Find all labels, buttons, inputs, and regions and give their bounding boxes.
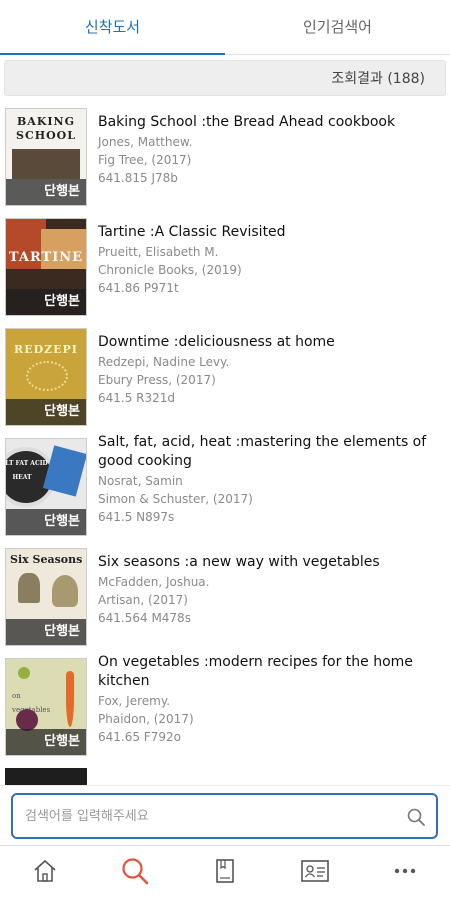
search-icon bbox=[120, 856, 150, 890]
format-badge: 단행본 bbox=[6, 619, 86, 645]
list-item[interactable]: BAKING SCHOOL 단행본 Baking School :the Bre… bbox=[0, 100, 450, 208]
book-title[interactable]: Tartine :A Classic Revisited bbox=[98, 223, 438, 242]
search-box[interactable] bbox=[11, 793, 438, 839]
book-publisher: Fig Tree, (2017) bbox=[98, 153, 192, 167]
book-author: Fox, Jeremy. bbox=[98, 694, 171, 708]
cover-title: REDZEPI bbox=[14, 343, 78, 356]
home-icon bbox=[32, 858, 58, 888]
format-badge: 단행본 bbox=[6, 179, 86, 205]
magnifier-icon[interactable] bbox=[406, 807, 426, 827]
bottom-navigation bbox=[0, 845, 450, 900]
book-publisher: Chronicle Books, (2019) bbox=[98, 263, 242, 277]
format-badge: 단행본 bbox=[6, 729, 86, 755]
book-call-number: 641.86 P971t bbox=[98, 281, 179, 295]
book-title[interactable]: On vegetables :modern recipes for the ho… bbox=[98, 653, 438, 691]
book-call-number: 641.815 J78b bbox=[98, 171, 178, 185]
book-title[interactable]: Downtime :deliciousness at home bbox=[98, 333, 438, 352]
book-meta: Six seasons :a new way with vegetables M… bbox=[98, 553, 438, 627]
search-input[interactable] bbox=[25, 795, 395, 837]
book-cover: SALT FAT ACID HEAT 단행본 bbox=[5, 438, 87, 536]
book-publisher: Ebury Press, (2017) bbox=[98, 373, 216, 387]
nav-more-button[interactable] bbox=[360, 846, 450, 900]
book-call-number: 641.564 M478s bbox=[98, 611, 191, 625]
book-title[interactable]: Salt, fat, acid, heat :mastering the ele… bbox=[98, 433, 438, 471]
book-call-number: 641.5 R321d bbox=[98, 391, 176, 405]
cover-pattern bbox=[26, 361, 68, 391]
book-cover: REDZEPI 단행본 bbox=[5, 328, 87, 426]
book-cover: TARTINE 단행본 bbox=[5, 218, 87, 316]
book-meta: Tartine :A Classic Revisited Prueitt, El… bbox=[98, 223, 438, 297]
list-item[interactable]: TARTINE 단행본 Tartine :A Classic Revisited… bbox=[0, 210, 450, 318]
cover-illustration bbox=[52, 575, 78, 607]
cover-illustration bbox=[18, 667, 30, 679]
nav-search-button[interactable] bbox=[90, 846, 180, 900]
book-cover: BAKING SCHOOL 단행본 bbox=[5, 108, 87, 206]
list-item[interactable] bbox=[0, 760, 450, 785]
cover-photo bbox=[12, 149, 80, 179]
book-meta: Salt, fat, acid, heat :mastering the ele… bbox=[98, 433, 438, 526]
cover-title: BAKING SCHOOL bbox=[16, 115, 76, 142]
cover-illustration bbox=[18, 573, 40, 603]
tab-popular-searches[interactable]: 인기검색어 bbox=[225, 0, 450, 54]
book-call-number: 641.5 N897s bbox=[98, 510, 175, 524]
format-badge: 단행본 bbox=[6, 289, 86, 315]
book-publisher: Artisan, (2017) bbox=[98, 593, 188, 607]
book-publisher: Simon & Schuster, (2017) bbox=[98, 492, 253, 506]
result-count-bar: 조회결과 (188) bbox=[4, 60, 446, 96]
nav-books-button[interactable] bbox=[180, 846, 270, 900]
list-item[interactable]: SALT FAT ACID HEAT 단행본 Salt, fat, acid, … bbox=[0, 430, 450, 538]
cover-title: TARTINE bbox=[8, 250, 84, 265]
book-meta: Downtime :deliciousness at home Redzepi,… bbox=[98, 333, 438, 407]
id-card-icon bbox=[300, 858, 330, 888]
list-item[interactable]: Six Seasons 단행본 Six seasons :a new way w… bbox=[0, 540, 450, 648]
book-icon bbox=[212, 858, 238, 888]
more-icon bbox=[392, 858, 418, 888]
search-area bbox=[0, 785, 450, 845]
book-title[interactable]: Six seasons :a new way with vegetables bbox=[98, 553, 438, 572]
list-item[interactable]: on vegetables 단행본 On vegetables :modern … bbox=[0, 650, 450, 758]
format-badge: 단행본 bbox=[6, 399, 86, 425]
book-publisher: Phaidon, (2017) bbox=[98, 712, 194, 726]
book-author: Prueitt, Elisabeth M. bbox=[98, 245, 219, 259]
book-author: McFadden, Joshua. bbox=[98, 575, 210, 589]
book-meta: On vegetables :modern recipes for the ho… bbox=[98, 653, 438, 746]
nav-home-button[interactable] bbox=[0, 846, 90, 900]
book-author: Jones, Matthew. bbox=[98, 135, 193, 149]
book-title[interactable]: Baking School :the Bread Ahead cookbook bbox=[98, 113, 438, 132]
cover-title: Six Seasons bbox=[10, 553, 83, 566]
cover-illustration bbox=[66, 671, 74, 727]
book-meta: Baking School :the Bread Ahead cookbook … bbox=[98, 113, 438, 187]
cover-title: SALT FAT ACID HEAT bbox=[5, 460, 48, 481]
book-cover: Six Seasons 단행본 bbox=[5, 548, 87, 646]
cover-illustration bbox=[16, 709, 38, 731]
book-call-number: 641.65 F792o bbox=[98, 730, 181, 744]
book-author: Nosrat, Samin bbox=[98, 474, 183, 488]
format-badge: 단행본 bbox=[6, 509, 86, 535]
book-cover bbox=[5, 768, 87, 785]
book-author: Redzepi, Nadine Levy. bbox=[98, 355, 230, 369]
tab-bar: 신착도서 인기검색어 bbox=[0, 0, 450, 55]
book-cover: on vegetables 단행본 bbox=[5, 658, 87, 756]
nav-membership-button[interactable] bbox=[270, 846, 360, 900]
tab-new-books[interactable]: 신착도서 bbox=[0, 0, 225, 55]
book-list[interactable]: BAKING SCHOOL 단행본 Baking School :the Bre… bbox=[0, 100, 450, 785]
list-item[interactable]: REDZEPI 단행본 Downtime :deliciousness at h… bbox=[0, 320, 450, 428]
